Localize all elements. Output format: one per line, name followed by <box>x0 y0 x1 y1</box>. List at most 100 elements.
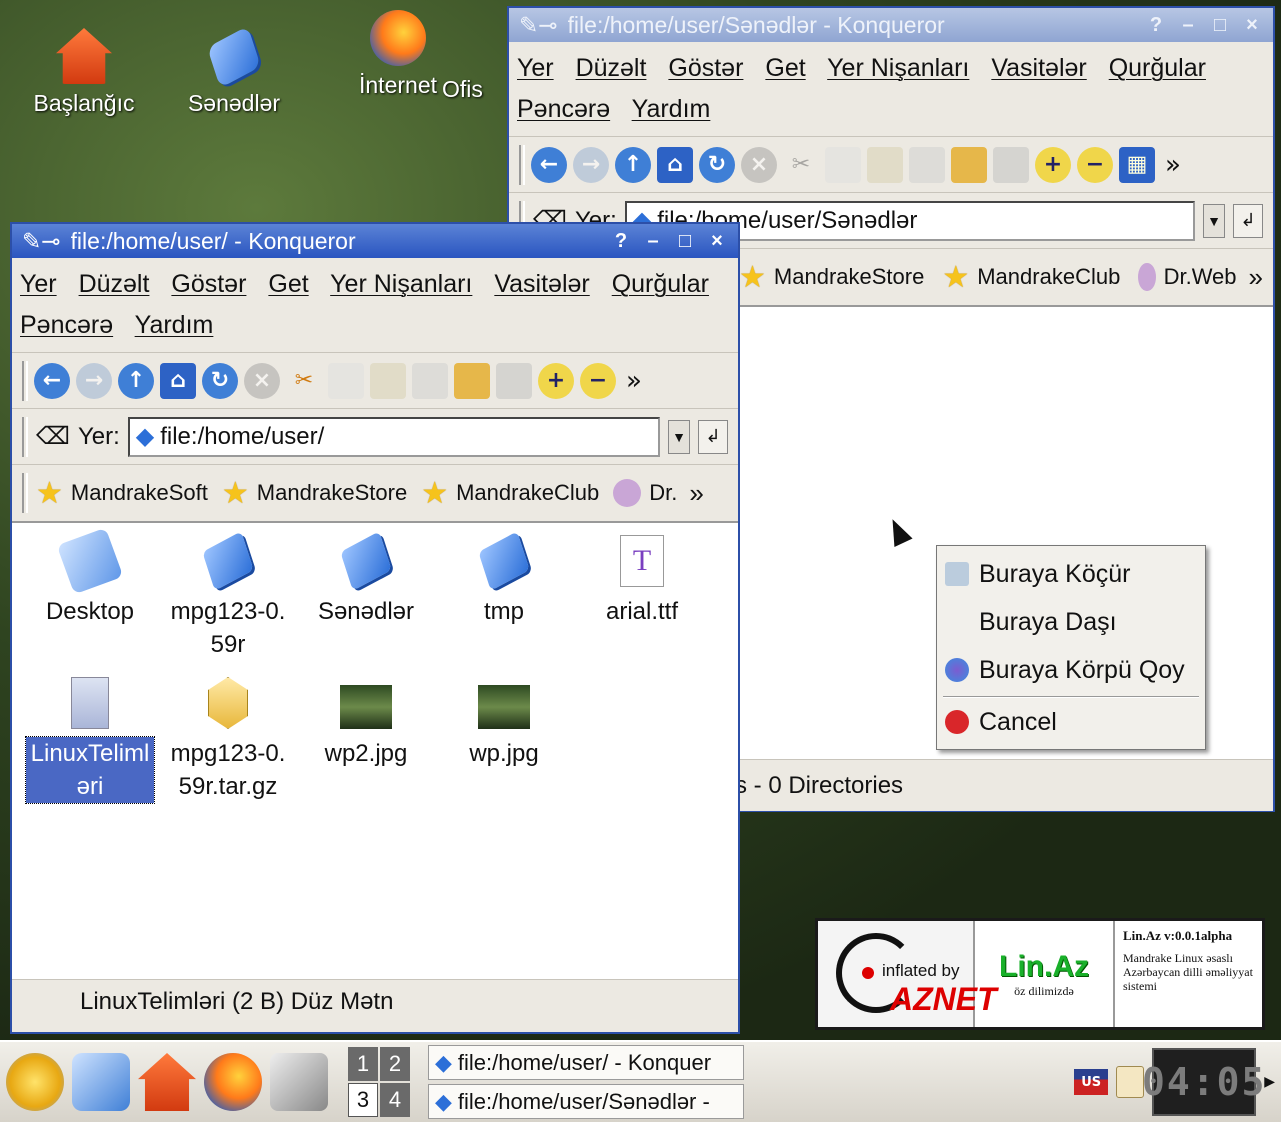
menu-edit[interactable]: Düzəlt <box>576 54 647 82</box>
firefox-launcher-icon[interactable] <box>204 1053 262 1111</box>
menu-help[interactable]: Yardım <box>632 95 711 123</box>
copy-icon[interactable] <box>328 362 364 399</box>
print-icon[interactable] <box>412 362 448 399</box>
file-item[interactable]: Desktop <box>22 527 158 628</box>
reload-icon[interactable]: ↻ <box>699 146 735 183</box>
location-dropdown-icon[interactable]: ▼ <box>1203 203 1225 238</box>
desktop-icon-documents[interactable]: Sənədlər <box>174 25 294 117</box>
menu-edit[interactable]: Düzəlt <box>79 270 150 298</box>
menu-settings[interactable]: Qurğular <box>1109 54 1206 82</box>
title-bar[interactable]: ✎⊸ file:/home/user/ - Konqueror ? – □ × <box>12 224 738 258</box>
forward-icon[interactable]: → <box>76 362 112 399</box>
paste-icon[interactable] <box>370 362 406 399</box>
bookmarks-overflow-icon[interactable]: » <box>689 478 703 509</box>
file-item[interactable]: T arial.ttf <box>574 535 710 628</box>
tools-launcher-icon[interactable] <box>270 1053 328 1111</box>
file-item[interactable]: mpg123-0.59r <box>160 531 296 661</box>
menu-item-link-here[interactable]: Buraya Körpü Qoy <box>937 648 1205 692</box>
file-item[interactable]: wp.jpg <box>436 677 572 770</box>
maximize-button[interactable]: □ <box>1209 14 1231 37</box>
toolbar-handle[interactable] <box>519 144 525 185</box>
bookmark-drweb[interactable]: Dr.Web <box>1164 264 1237 290</box>
forward-icon[interactable]: → <box>573 146 609 183</box>
paste-icon[interactable] <box>867 146 903 183</box>
title-bar[interactable]: ✎⊸ file:/home/user/Sənədlər - Konqueror … <box>509 8 1273 42</box>
menu-help[interactable]: Yardım <box>135 311 214 339</box>
pager-desktop-3[interactable]: 3 <box>348 1083 378 1117</box>
menu-window[interactable]: Pəncərə <box>20 311 113 339</box>
new-folder-icon[interactable] <box>951 146 987 183</box>
menu-item-copy-here[interactable]: Buraya Köçür <box>937 552 1205 596</box>
menu-go[interactable]: Get <box>268 270 308 298</box>
menu-tools[interactable]: Vasitələr <box>494 270 589 298</box>
klipper-icon[interactable] <box>1116 1066 1145 1098</box>
panel-hide-arrow-icon[interactable]: ▶ <box>1264 1074 1275 1090</box>
toolbar-handle[interactable] <box>22 473 28 513</box>
go-button[interactable]: ↲ <box>698 419 728 454</box>
reload-icon[interactable]: ↻ <box>202 362 238 399</box>
konqueror-window-home[interactable]: ✎⊸ file:/home/user/ - Konqueror ? – □ × … <box>10 222 740 1034</box>
toolbar-overflow-icon[interactable]: » <box>1165 150 1181 180</box>
menu-bookmarks[interactable]: Yer Nişanları <box>827 54 969 82</box>
menu-tools[interactable]: Vasitələr <box>991 54 1086 82</box>
bookmark-mandrakeclub[interactable]: MandrakeClub <box>456 480 599 506</box>
task-button-home[interactable]: ◆ file:/home/user/ - Konquer <box>428 1045 744 1080</box>
menu-view[interactable]: Göstər <box>668 54 743 82</box>
menu-view[interactable]: Göstər <box>171 270 246 298</box>
minimize-button[interactable]: – <box>1177 14 1199 37</box>
home-icon[interactable]: ⌂ <box>160 362 196 399</box>
view-mode-icon[interactable]: ▦ <box>1119 146 1155 183</box>
menu-location[interactable]: Yer <box>20 270 57 298</box>
file-item[interactable]: mpg123-0.59r.tar.gz <box>160 677 296 803</box>
zoom-out-icon[interactable]: − <box>1077 146 1113 183</box>
bookmark-mandrakeclub[interactable]: MandrakeClub <box>977 264 1120 290</box>
bookmark-mandrakestore[interactable]: MandrakeStore <box>774 264 924 290</box>
menu-go[interactable]: Get <box>765 54 805 82</box>
properties-icon[interactable] <box>496 362 532 399</box>
file-item[interactable]: wp2.jpg <box>298 677 434 770</box>
bookmarks-overflow-icon[interactable]: » <box>1249 262 1263 293</box>
close-button[interactable]: × <box>706 230 728 253</box>
zoom-in-icon[interactable]: + <box>1035 146 1071 183</box>
file-item-selected[interactable]: LinuxTelimləri <box>22 677 158 804</box>
help-button[interactable]: ? <box>610 230 632 253</box>
window-pin-icon[interactable]: ✎⊸ <box>519 12 558 39</box>
file-view[interactable]: Desktop mpg123-0.59r Sənədlər tmp T aria… <box>12 523 738 979</box>
home-launcher-icon[interactable] <box>138 1053 196 1111</box>
copy-icon[interactable] <box>825 146 861 183</box>
back-icon[interactable]: ← <box>34 362 70 399</box>
close-button[interactable]: × <box>1241 14 1263 37</box>
pager-desktop-2[interactable]: 2 <box>380 1047 410 1081</box>
keyboard-layout-indicator[interactable]: US <box>1074 1069 1109 1095</box>
location-input[interactable]: ◆ file:/home/user/ <box>127 416 660 457</box>
task-button-documents[interactable]: ◆ file:/home/user/Sənədlər - <box>428 1084 744 1119</box>
new-folder-icon[interactable] <box>454 362 490 399</box>
up-icon[interactable]: ↑ <box>118 362 154 399</box>
bookmark-drweb[interactable]: Dr. <box>649 480 677 506</box>
zoom-out-icon[interactable]: − <box>580 362 616 399</box>
menu-settings[interactable]: Qurğular <box>612 270 709 298</box>
file-item[interactable]: Sənədlər <box>298 531 434 628</box>
menu-item-move-here[interactable]: Buraya Daşı <box>937 600 1205 644</box>
location-dropdown-icon[interactable]: ▼ <box>668 419 690 454</box>
stop-icon[interactable]: × <box>741 146 777 183</box>
go-button[interactable]: ↲ <box>1233 203 1263 238</box>
menu-item-cancel[interactable]: Cancel <box>937 700 1205 744</box>
pager-desktop-1[interactable]: 1 <box>348 1047 378 1081</box>
up-icon[interactable]: ↑ <box>615 146 651 183</box>
menu-window[interactable]: Pəncərə <box>517 95 610 123</box>
back-icon[interactable]: ← <box>531 146 567 183</box>
menu-location[interactable]: Yer <box>517 54 554 82</box>
stop-icon[interactable]: × <box>244 362 280 399</box>
digital-clock[interactable]: 04:05 <box>1142 1048 1264 1116</box>
desktop-icon-internet[interactable]: İnternet <box>338 10 458 99</box>
bookmark-mandrakesoft[interactable]: MandrakeSoft <box>71 480 208 506</box>
toolbar-handle[interactable] <box>22 416 28 457</box>
documents-launcher-icon[interactable] <box>72 1053 130 1111</box>
home-icon[interactable]: ⌂ <box>657 146 693 183</box>
file-item[interactable]: tmp <box>436 531 572 628</box>
maximize-button[interactable]: □ <box>674 230 696 253</box>
cut-icon[interactable]: ✂ <box>286 363 322 399</box>
cut-icon[interactable]: ✂ <box>783 147 819 183</box>
pager-desktop-4[interactable]: 4 <box>380 1083 410 1117</box>
